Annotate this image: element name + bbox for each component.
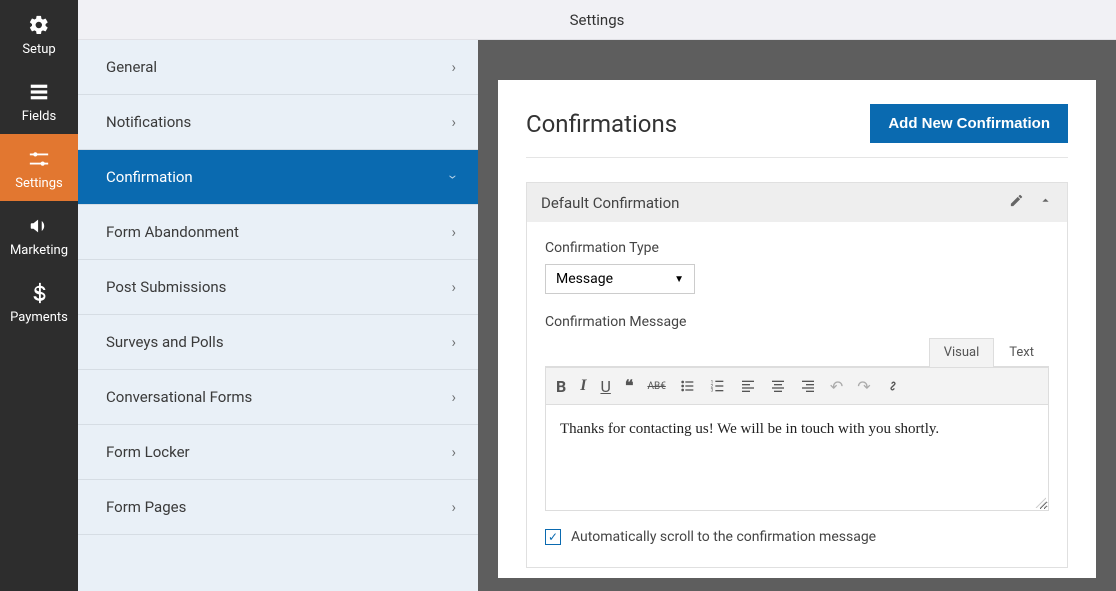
editor-tabs: Visual Text xyxy=(545,338,1049,367)
rail-item-settings[interactable]: Settings xyxy=(0,134,78,201)
align-right-button[interactable] xyxy=(800,378,816,394)
chevron-down-icon: › xyxy=(445,175,463,180)
ordered-list-button[interactable]: 123 xyxy=(710,378,726,394)
sidebar-item-label: Confirmation xyxy=(106,168,193,186)
sidebar-item-label: Form Abandonment xyxy=(106,223,239,241)
triangle-down-icon: ▼ xyxy=(674,274,684,285)
confirmation-type-select[interactable]: Message ▼ xyxy=(545,264,695,294)
chevron-right-icon: › xyxy=(451,443,456,461)
rail-item-payments[interactable]: Payments xyxy=(0,268,78,335)
confirmation-panel: Default Confirmation Co xyxy=(526,182,1068,568)
page-header: Settings xyxy=(78,0,1116,40)
settings-sidebar: General › Notifications › Confirmation ›… xyxy=(78,40,478,591)
chevron-right-icon: › xyxy=(451,333,456,351)
page-title: Settings xyxy=(570,11,625,29)
sidebar-item-notifications[interactable]: Notifications › xyxy=(78,95,478,150)
sidebar-item-post-submissions[interactable]: Post Submissions › xyxy=(78,260,478,315)
editor-tab-visual[interactable]: Visual xyxy=(929,338,995,367)
type-label: Confirmation Type xyxy=(545,240,1049,256)
chevron-right-icon: › xyxy=(451,58,456,76)
body-column: Settings General › Notifications › Confi… xyxy=(78,0,1116,591)
card-header: Confirmations Add New Confirmation xyxy=(526,104,1068,158)
rail-item-fields[interactable]: Fields xyxy=(0,67,78,134)
resize-handle-icon xyxy=(1034,496,1046,508)
italic-button[interactable]: I xyxy=(580,377,586,395)
rail-label: Marketing xyxy=(10,243,68,258)
sliders-icon xyxy=(28,148,50,170)
align-left-button[interactable] xyxy=(740,378,756,394)
align-center-button[interactable] xyxy=(770,378,786,394)
confirmations-card: Confirmations Add New Confirmation Defau… xyxy=(498,80,1096,578)
add-new-confirmation-button[interactable]: Add New Confirmation xyxy=(870,104,1068,143)
sidebar-item-form-locker[interactable]: Form Locker › xyxy=(78,425,478,480)
unordered-list-button[interactable] xyxy=(680,378,696,394)
redo-button[interactable]: ↷ xyxy=(857,377,870,396)
sidebar-item-label: General xyxy=(106,58,157,76)
sidebar-item-label: Surveys and Polls xyxy=(106,333,224,351)
chevron-right-icon: › xyxy=(451,388,456,406)
underline-button[interactable]: U xyxy=(600,377,610,396)
chevron-right-icon: › xyxy=(451,223,456,241)
panel-header[interactable]: Default Confirmation xyxy=(527,183,1067,222)
undo-button[interactable]: ↶ xyxy=(830,377,843,396)
editor-content: Thanks for contacting us! We will be in … xyxy=(560,421,939,437)
panel-title: Default Confirmation xyxy=(541,194,679,212)
gear-icon xyxy=(28,14,50,36)
dollar-icon xyxy=(28,282,50,304)
sidebar-item-label: Post Submissions xyxy=(106,278,226,296)
svg-text:3: 3 xyxy=(710,387,713,393)
rail-label: Settings xyxy=(15,176,62,191)
editor-wrapper: B I U ❝ AB€ 123 xyxy=(545,366,1049,511)
sidebar-item-form-abandonment[interactable]: Form Abandonment › xyxy=(78,205,478,260)
rail-label: Fields xyxy=(22,109,56,124)
panel-tools xyxy=(1009,193,1053,212)
link-button[interactable] xyxy=(885,378,901,394)
sidebar-item-form-pages[interactable]: Form Pages › xyxy=(78,480,478,535)
rail-item-setup[interactable]: Setup xyxy=(0,0,78,67)
rail-item-marketing[interactable]: Marketing xyxy=(0,201,78,268)
sidebar-item-label: Conversational Forms xyxy=(106,388,252,406)
rail-label: Payments xyxy=(10,310,68,325)
sidebar-item-confirmation[interactable]: Confirmation › xyxy=(78,150,478,205)
chevron-right-icon: › xyxy=(451,278,456,296)
rail-label: Setup xyxy=(22,42,55,57)
auto-scroll-checkbox[interactable]: ✓ xyxy=(545,529,561,545)
auto-scroll-label: Automatically scroll to the confirmation… xyxy=(571,529,876,545)
sidebar-item-general[interactable]: General › xyxy=(78,40,478,95)
strikethrough-button[interactable]: AB€ xyxy=(647,381,665,392)
auto-scroll-row: ✓ Automatically scroll to the confirmati… xyxy=(545,529,1049,545)
left-rail: Setup Fields Settings Marketing Payments xyxy=(0,0,78,591)
editor-toolbar: B I U ❝ AB€ 123 xyxy=(546,367,1048,405)
sidebar-item-conversational-forms[interactable]: Conversational Forms › xyxy=(78,370,478,425)
editor-textarea[interactable]: Thanks for contacting us! We will be in … xyxy=(546,405,1048,510)
sidebar-item-surveys-polls[interactable]: Surveys and Polls › xyxy=(78,315,478,370)
card-title: Confirmations xyxy=(526,110,677,138)
app-root: Setup Fields Settings Marketing Payments… xyxy=(0,0,1116,591)
chevron-up-icon[interactable] xyxy=(1038,193,1053,212)
sidebar-item-label: Form Locker xyxy=(106,443,190,461)
columns: General › Notifications › Confirmation ›… xyxy=(78,40,1116,591)
blockquote-button[interactable]: ❝ xyxy=(625,376,634,396)
panel-body: Confirmation Type Message ▼ Confirmation… xyxy=(527,222,1067,567)
chevron-right-icon: › xyxy=(451,113,456,131)
editor-tab-text[interactable]: Text xyxy=(994,338,1049,367)
bullhorn-icon xyxy=(28,215,50,237)
message-label: Confirmation Message xyxy=(545,314,1049,330)
bold-button[interactable]: B xyxy=(556,377,566,396)
main-panel: Confirmations Add New Confirmation Defau… xyxy=(478,40,1116,591)
sidebar-item-label: Notifications xyxy=(106,113,191,131)
pencil-icon[interactable] xyxy=(1009,193,1024,212)
chevron-right-icon: › xyxy=(451,498,456,516)
select-value: Message xyxy=(556,271,613,287)
list-icon xyxy=(28,81,50,103)
sidebar-item-label: Form Pages xyxy=(106,498,186,516)
